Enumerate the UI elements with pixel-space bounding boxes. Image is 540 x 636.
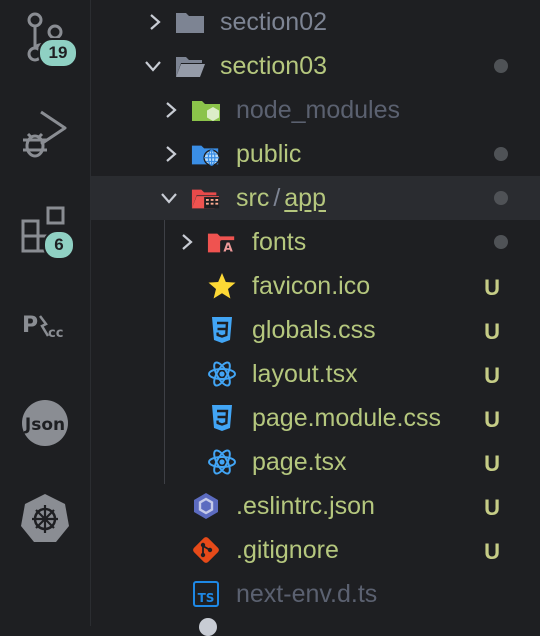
css-icon (207, 315, 237, 345)
chevron-right-icon (150, 14, 161, 30)
path-separator: / (273, 184, 281, 212)
tree-item-section02[interactable]: section02 (91, 0, 540, 44)
react-icon (207, 447, 237, 477)
tree-item-label: globals.css (252, 316, 376, 344)
kubernetes-icon (21, 494, 69, 542)
git-icon (191, 535, 221, 565)
chevron-right-icon (182, 234, 193, 250)
modified-indicator (494, 147, 508, 161)
tree-item-gitignore[interactable]: .gitignore U (91, 528, 540, 572)
json-icon: Json (22, 400, 68, 446)
tree-item-label: public (236, 140, 302, 168)
tree-item-label: src / app (236, 184, 326, 213)
file-explorer: section02 section03 node_modules public (91, 0, 540, 636)
modified-indicator (494, 235, 508, 249)
untracked-status: U (484, 363, 500, 388)
tree-item-label: .eslintrc.json (236, 492, 375, 520)
extensions-badge: 6 (43, 230, 75, 260)
postcss-icon: P cc (22, 313, 63, 341)
postcss-button[interactable]: P cc (0, 304, 90, 350)
react-icon (207, 359, 237, 389)
source-control-button[interactable]: 19 (0, 12, 90, 72)
tree-item-layout-tsx[interactable]: layout.tsx U (91, 352, 540, 396)
tree-item-public[interactable]: public (91, 132, 540, 176)
chevron-right-icon (166, 146, 177, 162)
eslint-icon (191, 491, 221, 521)
extensions-button[interactable]: 6 (0, 204, 90, 264)
css-icon (207, 403, 237, 433)
tree-item-section03[interactable]: section03 (91, 44, 540, 88)
svg-text:A: A (223, 240, 233, 254)
tree-item-label: node_modules (236, 96, 401, 124)
tree-item-page-module-css[interactable]: page.module.css U (91, 396, 540, 440)
untracked-status: U (484, 495, 500, 520)
tree-item-label: fonts (252, 228, 307, 256)
chevron-down-icon (161, 193, 177, 204)
untracked-status: U (484, 539, 500, 564)
run-debug-button[interactable] (0, 106, 90, 166)
kubernetes-button[interactable] (0, 492, 90, 546)
tree-item-label: .gitignore (236, 536, 339, 564)
svg-text:P: P (22, 313, 38, 338)
untracked-status: U (484, 407, 500, 432)
modified-indicator (494, 59, 508, 73)
json-icon-label: Json (24, 415, 65, 435)
tree-item-label: section03 (220, 52, 328, 80)
src-folder-icon (191, 183, 221, 213)
run-debug-icon (23, 110, 67, 158)
tree-item-src-app[interactable]: src / app (91, 176, 540, 220)
tree-item-next-env[interactable]: TS next-env.d.ts (91, 572, 540, 616)
star-icon (207, 271, 237, 301)
typescript-icon: TS (191, 579, 221, 609)
node-folder-icon (191, 95, 221, 125)
source-control-badge: 19 (38, 38, 78, 68)
chevron-down-icon (145, 61, 161, 72)
svg-text:cc: cc (48, 326, 63, 341)
tree-item-label: next-env.d.ts (236, 580, 378, 608)
svg-text:TS: TS (198, 591, 215, 605)
tree-item-label: section02 (220, 8, 328, 36)
font-folder-icon: A (207, 227, 237, 257)
json-button[interactable]: Json (0, 398, 90, 448)
chevron-right-icon (166, 102, 177, 118)
untracked-status: U (484, 451, 500, 476)
tree-item-favicon[interactable]: favicon.ico U (91, 264, 540, 308)
modified-indicator (494, 191, 508, 205)
untracked-status: U (484, 275, 500, 300)
public-folder-icon (191, 139, 221, 169)
tree-item-label: page.module.css (252, 404, 442, 432)
path-segment-app[interactable]: app (284, 184, 326, 212)
tree-item-label: layout.tsx (252, 360, 358, 388)
tree-item-label: page.tsx (252, 448, 347, 476)
folder-icon (175, 7, 205, 37)
path-segment-src[interactable]: src (236, 184, 269, 212)
tree-item-page-tsx[interactable]: page.tsx U (91, 440, 540, 484)
partial-file-icon (199, 618, 217, 636)
activity-bar: 19 6 P cc Json (0, 0, 91, 626)
tree-item-node-modules[interactable]: node_modules (91, 88, 540, 132)
tree-item-label: favicon.ico (252, 272, 371, 300)
folder-open-icon (175, 51, 205, 81)
tree-item-eslintrc[interactable]: .eslintrc.json U (91, 484, 540, 528)
tree-item-fonts[interactable]: A fonts (91, 220, 540, 264)
untracked-status: U (484, 319, 500, 344)
tree-item-globals-css[interactable]: globals.css U (91, 308, 540, 352)
